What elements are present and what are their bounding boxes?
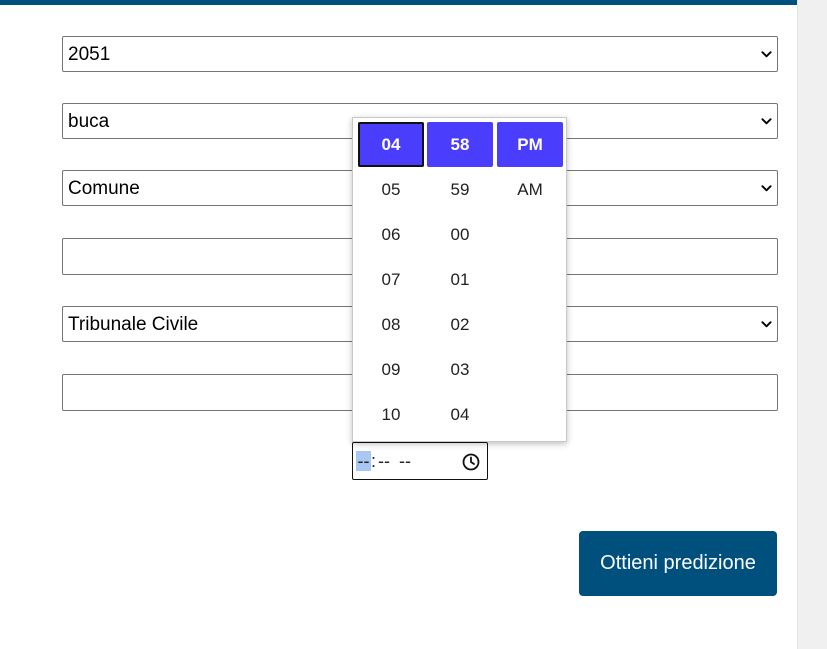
minutes-column[interactable]: 58 59 00 01 02 03 04: [427, 122, 493, 437]
minute-option[interactable]: 02: [427, 302, 493, 347]
clock-icon[interactable]: [461, 452, 481, 472]
time-picker-popup: 04 05 06 07 08 09 10 58 59 00 01 02 03 0…: [352, 117, 567, 442]
entity-select-value: Comune: [68, 178, 140, 199]
hour-option[interactable]: 09: [358, 347, 424, 392]
time-minutes-segment[interactable]: --: [378, 451, 390, 471]
minute-option[interactable]: 01: [427, 257, 493, 302]
hour-option[interactable]: 10: [358, 392, 424, 437]
year-select-value: 2051: [68, 44, 111, 65]
hour-option[interactable]: 06: [358, 212, 424, 257]
period-column[interactable]: PM AM: [497, 122, 563, 212]
get-prediction-button[interactable]: Ottieni predizione: [579, 531, 777, 596]
court-select-value: Tribunale Civile: [68, 314, 199, 335]
chevron-down-icon: [761, 118, 772, 125]
chevron-down-icon: [761, 321, 772, 328]
minute-option[interactable]: 59: [427, 167, 493, 212]
type-select-value: buca: [68, 111, 110, 132]
hour-option[interactable]: 05: [358, 167, 424, 212]
year-select[interactable]: 2051: [62, 36, 778, 72]
time-input[interactable]: -- : -- --: [352, 442, 488, 480]
chevron-down-icon: [761, 51, 772, 58]
hour-option[interactable]: 04: [358, 122, 424, 167]
page-scrollbar[interactable]: [797, 0, 827, 649]
period-option-am[interactable]: AM: [497, 167, 563, 212]
hours-column[interactable]: 04 05 06 07 08 09 10: [358, 122, 424, 437]
time-separator: :: [371, 451, 377, 471]
minute-option[interactable]: 00: [427, 212, 493, 257]
minute-option[interactable]: 04: [427, 392, 493, 437]
hour-option[interactable]: 07: [358, 257, 424, 302]
minute-option[interactable]: 58: [427, 122, 493, 167]
chevron-down-icon: [761, 185, 772, 192]
period-option-pm[interactable]: PM: [497, 122, 563, 167]
time-hours-segment[interactable]: --: [356, 451, 371, 471]
hour-option[interactable]: 08: [358, 302, 424, 347]
minute-option[interactable]: 03: [427, 347, 493, 392]
time-period-segment[interactable]: --: [399, 451, 411, 471]
top-accent-bar: [0, 0, 797, 5]
